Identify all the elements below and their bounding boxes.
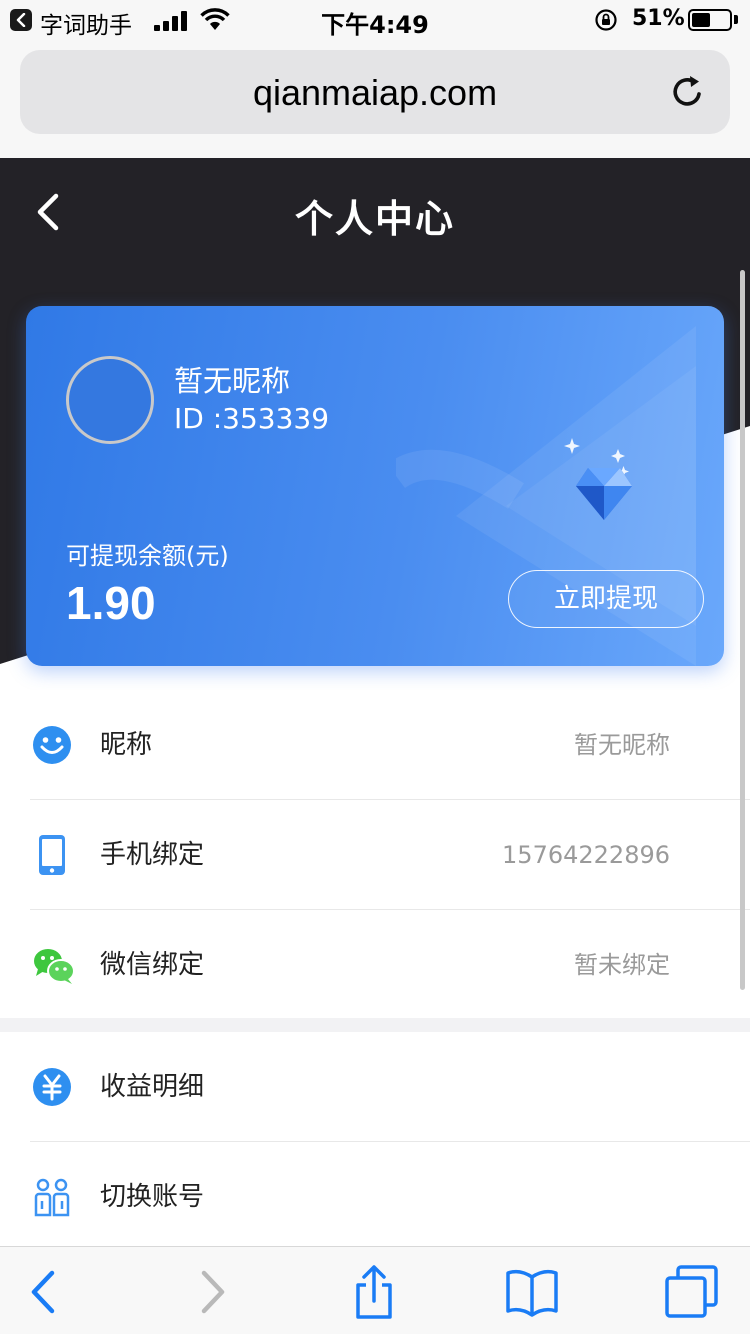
row-label: 微信绑定: [100, 950, 205, 980]
status-bar: 字词助手 下午4:49 51%: [0, 0, 750, 40]
balance-label: 可提现余额(元): [66, 542, 229, 570]
user-nickname: 暂无昵称: [174, 364, 291, 398]
row-value: 暂无昵称: [574, 731, 670, 759]
action-list: 收益明细 切换账号: [0, 1032, 750, 1252]
user-id: ID :353339: [174, 402, 330, 435]
yuan-icon: [33, 1068, 71, 1106]
browser-url-area: qianmaiap.com: [0, 40, 750, 158]
page-title: 个人中心: [294, 197, 455, 241]
rotation-lock-icon: [595, 9, 617, 31]
share-icon[interactable]: [346, 1265, 402, 1319]
address-bar[interactable]: qianmaiap.com: [20, 50, 730, 134]
smiley-icon: [33, 726, 71, 764]
section-separator: [0, 1018, 750, 1032]
tabs-icon[interactable]: [664, 1265, 720, 1319]
list-row-phone[interactable]: 手机绑定 15764222896: [0, 800, 750, 910]
switch-account-icon: [34, 1178, 70, 1217]
phone-icon: [39, 835, 65, 875]
wechat-icon: [34, 949, 75, 984]
list-row-earnings[interactable]: 收益明细: [0, 1032, 750, 1142]
reload-icon[interactable]: [668, 72, 708, 112]
battery-level: [692, 13, 710, 27]
avatar[interactable]: [66, 356, 154, 444]
list-row-nickname[interactable]: 昵称 暂无昵称: [0, 690, 750, 800]
row-value: 暂未绑定: [574, 951, 670, 979]
row-label: 昵称: [100, 730, 153, 760]
browser-toolbar: [0, 1246, 750, 1334]
battery-icon: [688, 9, 732, 31]
list-row-wechat[interactable]: 微信绑定 暂未绑定: [0, 910, 750, 1020]
row-label: 手机绑定: [100, 840, 205, 870]
withdraw-button[interactable]: 立即提现: [508, 570, 704, 628]
user-card: 暂无昵称 ID :353339 可提现余额(元) 1.90 立即提现: [26, 306, 724, 666]
browser-back-icon[interactable]: [16, 1265, 72, 1319]
account-settings-list: 昵称 暂无昵称 手机绑定 15764222896 微信绑定 暂未绑定: [0, 690, 750, 1020]
balance-value: 1.90: [66, 577, 156, 629]
row-value: 15764222896: [502, 841, 670, 869]
scrollbar[interactable]: [740, 270, 745, 990]
url-text[interactable]: qianmaiap.com: [20, 72, 730, 114]
list-row-switch-account[interactable]: 切换账号: [0, 1142, 750, 1252]
row-label: 收益明细: [100, 1072, 205, 1102]
diamond-icon: [564, 438, 632, 520]
bookmarks-icon[interactable]: [504, 1265, 560, 1319]
browser-forward-icon[interactable]: [184, 1265, 240, 1319]
row-label: 切换账号: [100, 1182, 205, 1212]
battery-tip: [734, 15, 738, 24]
battery-percent: 51%: [632, 6, 685, 31]
